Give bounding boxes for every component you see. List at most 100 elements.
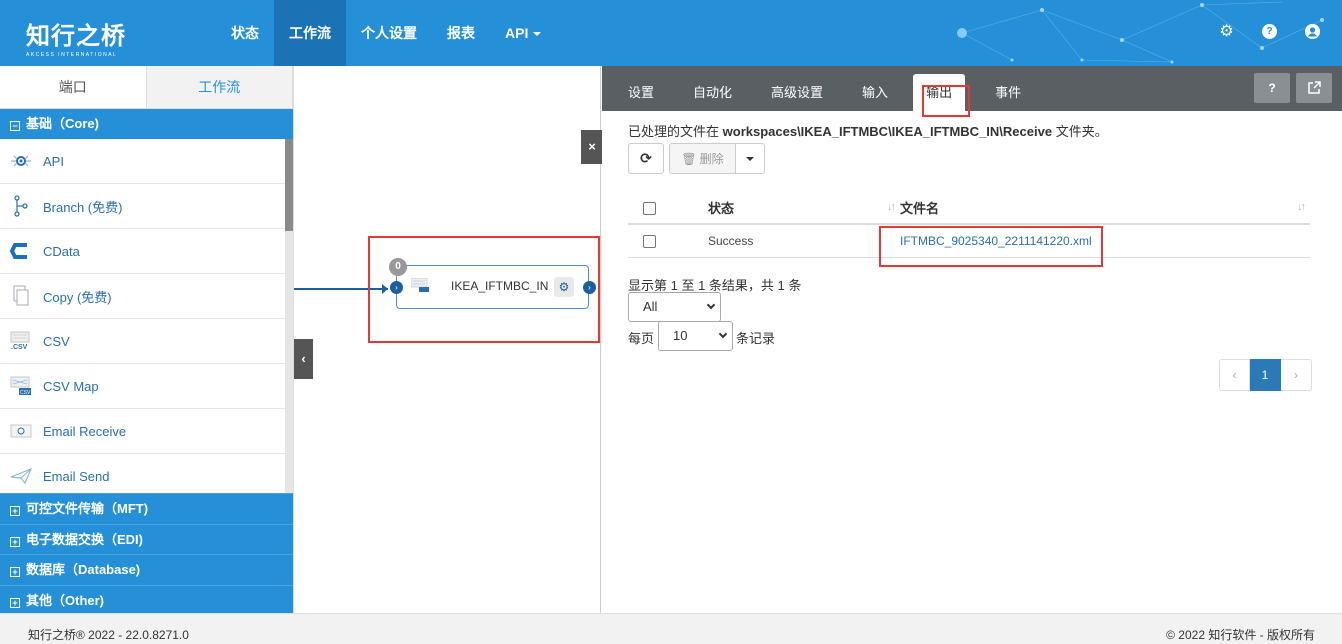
group-mft[interactable]: + 可控文件传输（MFT) [0,493,293,524]
port-item-api[interactable]: API [0,139,285,184]
node-input-port[interactable]: › [390,281,403,294]
group-core[interactable]: − 基础（Core) [0,109,293,139]
path-prefix: 已处理的文件在 [628,124,720,139]
chevron-left-icon: ‹ [301,351,306,366]
csv-map-icon: CSV [9,376,33,396]
detail-tabs: 设置 自动化 高级设置 输入 输出 事件 ? [602,66,1342,117]
chevron-down-icon [718,329,728,339]
tab-output[interactable]: 输出 [913,74,971,117]
file-toolbar: ⟳ 🗑 删除 [628,143,765,174]
svg-text:.CSV: .CSV [11,344,28,351]
per-page-value: 10 [673,328,688,343]
port-item-email-receive[interactable]: Email Receive [0,409,285,454]
sort-icon[interactable]: ↓↑ [887,201,896,213]
node-count-badge: 0 [389,258,407,276]
user-icon[interactable] [1305,24,1320,39]
port-item-email-send[interactable]: Email Send [0,454,285,493]
close-panel-button[interactable]: × [581,130,603,164]
status-filter-select[interactable]: All [628,292,721,322]
table-header-row: 状态 ↓↑ 文件名 ↓↑ [628,191,1310,225]
actions-dropdown-button[interactable] [736,143,765,174]
col-filename[interactable]: 文件名 ↓↑ [900,191,1310,225]
tab-settings[interactable]: 设置 [614,74,668,111]
port-item-label: CData [43,243,80,259]
group-database[interactable]: + 数据库（Database) [0,554,293,585]
detail-tab-icons: ? [1254,73,1332,103]
workflow-node[interactable]: 0 › IKEA_IFTMBC_IN ⚙ › [389,258,596,309]
main-nav: 状态 工作流 个人设置 报表 API [216,0,556,66]
pagination: ‹ 1 › [1219,359,1312,391]
email-send-icon [9,466,33,486]
col-filename-label: 文件名 [900,200,940,216]
nav-profile[interactable]: 个人设置 [346,0,432,66]
branch-icon [9,195,33,217]
external-link-icon[interactable] [1296,73,1332,103]
row-select-cell [628,224,708,258]
nav-api[interactable]: API [490,0,556,66]
port-item-copy[interactable]: Copy (免费) [0,274,285,319]
select-all-checkbox[interactable] [643,201,656,215]
group-other[interactable]: + 其他（Other) [0,584,293,615]
collapse-icon: − [10,121,20,131]
cdata-icon [9,241,33,261]
tab-ports[interactable]: 端口 [0,66,147,108]
api-icon [9,151,33,171]
chevron-down-icon [706,300,716,310]
row-status: Success [708,224,900,258]
nav-workflow[interactable]: 工作流 [274,0,346,66]
tab-automation[interactable]: 自动化 [679,74,746,111]
expand-icon: + [10,597,20,608]
expand-icon: + [10,506,20,516]
pagination-prev[interactable]: ‹ [1219,359,1250,391]
group-edi[interactable]: + 电子数据交换（EDI) [0,523,293,554]
delete-button[interactable]: 🗑 删除 [669,143,736,174]
node-label: IKEA_IFTMBC_IN [451,279,549,293]
refresh-button[interactable]: ⟳ [628,143,664,174]
nav-reports[interactable]: 报表 [432,0,490,66]
path-value: workspaces\IKEA_IFTMBC\IKEA_IFTMBC_IN\Re… [722,124,1053,139]
col-status[interactable]: 状态 ↓↑ [708,191,900,225]
footer-version: 知行之桥® 2022 - 22.0.8271.0 [28,628,189,642]
pagination-next[interactable]: › [1281,359,1312,391]
email-receive-icon [9,421,33,441]
help-icon[interactable]: ? [1262,24,1277,39]
collapse-sidebar-button[interactable]: ‹ [294,339,313,379]
port-item-csv-map[interactable]: CSV CSV Map [0,364,285,409]
tab-highlight-box [922,85,971,117]
csv-icon: .CSV [9,331,33,351]
port-item-cdata[interactable]: CData [0,229,285,274]
workflow-canvas[interactable]: × ‹ 0 › IKEA_IFTMBC_IN ⚙ › [293,66,603,613]
per-page-suffix: 条记录 [736,331,776,346]
port-groups: + 可控文件传输（MFT) + 电子数据交换（EDI) + 数据库（Database)… [0,493,293,615]
left-tabs: 端口 工作流 [0,66,293,109]
port-item-label: API [43,153,64,169]
status-filter-value: All [643,299,658,314]
group-edi-label: 电子数据交换（EDI) [26,531,144,547]
tab-advanced[interactable]: 高级设置 [757,74,837,111]
footer: 知行之桥® 2022 - 22.0.8271.0 © 2022 知行软件 - 版… [0,613,1342,644]
brand-logo[interactable]: 知行之桥 AKCESS INTERNATIONAL [26,16,126,58]
per-page-select[interactable]: 10 [658,321,733,351]
tab-workflows[interactable]: 工作流 [146,66,293,108]
row-checkbox[interactable] [643,234,656,248]
gear-icon[interactable]: ⚙ [1219,24,1234,40]
tab-input[interactable]: 输入 [848,74,902,111]
port-item-label: Branch (免费) [43,199,123,215]
sort-icon[interactable]: ↓↑ [1297,201,1306,213]
top-navbar: 知行之桥 AKCESS INTERNATIONAL 状态 工作流 个人设置 报表… [0,0,1342,66]
port-list-scrollbar-thumb[interactable] [285,139,293,231]
pagination-page[interactable]: 1 [1250,359,1281,391]
node-settings-gear-icon[interactable]: ⚙ [554,277,574,297]
port-item-csv[interactable]: .CSV CSV [0,319,285,364]
port-item-label: Copy (免费) [43,289,112,305]
group-other-label: 其他（Other) [26,592,105,608]
port-item-branch[interactable]: Branch (免费) [0,184,285,229]
help-icon[interactable]: ? [1254,73,1290,103]
node-output-port[interactable]: › [583,281,596,294]
path-suffix: 文件夹。 [1055,124,1108,139]
ports-panel: 端口 工作流 − 基础（Core) API Branch (免费) CData C… [0,66,293,615]
trash-icon: 🗑 [681,151,697,166]
nav-status[interactable]: 状态 [216,0,274,66]
refresh-icon: ⟳ [640,150,652,166]
tab-events[interactable]: 事件 [981,74,1035,111]
